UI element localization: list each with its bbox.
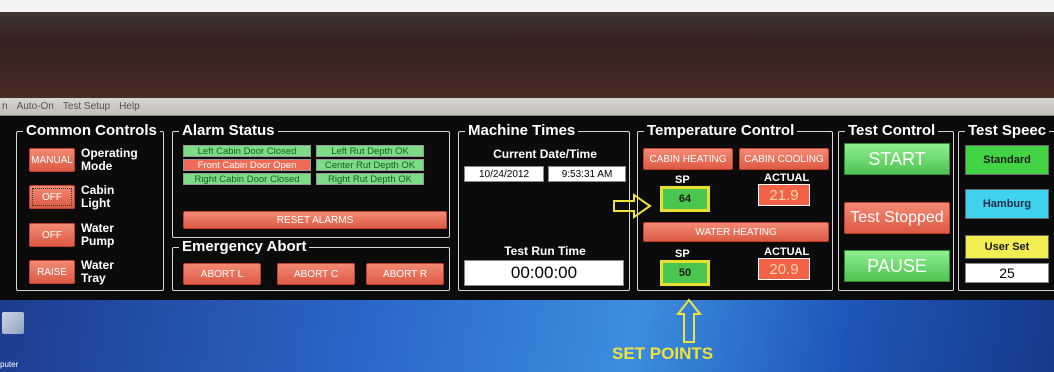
cabin-light-button[interactable]: OFF bbox=[29, 185, 75, 209]
current-datetime-label: Current Date/Time bbox=[493, 147, 597, 161]
water-sp-label: SP bbox=[675, 248, 690, 260]
current-date-field: 10/24/2012 bbox=[464, 166, 544, 182]
test-speed-title: Test Speec bbox=[965, 122, 1050, 140]
user-speed-input[interactable]: 25 bbox=[965, 263, 1049, 283]
menu-item-auto-on[interactable]: Auto-On bbox=[17, 101, 54, 112]
abort-r-button[interactable]: ABORT R bbox=[366, 263, 444, 285]
water-tray-label: Water Tray bbox=[81, 258, 114, 285]
water-heating-button[interactable]: WATER HEATING bbox=[643, 222, 829, 242]
desktop-background bbox=[0, 300, 1054, 372]
test-run-time-field: 00:00:00 bbox=[464, 260, 624, 286]
abort-l-button[interactable]: ABORT L bbox=[183, 263, 261, 285]
cabin-setpoint-field[interactable]: 64 bbox=[660, 186, 710, 212]
cabin-actual-label: ACTUAL bbox=[764, 172, 810, 184]
cabin-sp-label: SP bbox=[675, 174, 690, 186]
setpoint-arrow-right-icon bbox=[613, 193, 652, 219]
emergency-abort-group: Emergency Abort ABORT L ABORT C ABORT R bbox=[172, 238, 450, 291]
computer-icon-label: puter bbox=[0, 360, 19, 369]
abort-c-button[interactable]: ABORT C bbox=[277, 263, 355, 285]
alarm-left-rut-depth: Left Rut Depth OK bbox=[316, 145, 424, 157]
computer-icon[interactable] bbox=[2, 312, 24, 334]
water-pump-button[interactable]: OFF bbox=[29, 223, 75, 247]
common-controls-group: Common Controls MANUAL Operating Mode OF… bbox=[16, 122, 164, 291]
menu-item-test-setup[interactable]: Test Setup bbox=[63, 101, 110, 112]
control-panel: Common Controls MANUAL Operating Mode OF… bbox=[0, 116, 1054, 300]
cabin-heating-button[interactable]: CABIN HEATING bbox=[643, 148, 733, 170]
test-control-title: Test Control bbox=[845, 122, 939, 140]
alarm-right-rut-depth: Right Rut Depth OK bbox=[316, 173, 424, 185]
menu-bar: n Auto-On Test Setup Help bbox=[0, 98, 1054, 116]
test-speed-group: Test Speec Standard Hamburg User Set 25 bbox=[958, 122, 1054, 291]
test-control-group: Test Control START Test Stopped PAUSE bbox=[838, 122, 954, 291]
operating-mode-button[interactable]: MANUAL bbox=[29, 148, 75, 172]
alarm-status-title: Alarm Status bbox=[179, 122, 278, 140]
common-controls-title: Common Controls bbox=[23, 122, 160, 140]
menu-item-help[interactable]: Help bbox=[119, 101, 140, 112]
cabin-actual-field: 21.9 bbox=[758, 184, 810, 206]
water-actual-field: 20.9 bbox=[758, 258, 810, 280]
test-run-time-label: Test Run Time bbox=[504, 244, 586, 258]
start-button[interactable]: START bbox=[844, 143, 950, 175]
machine-times-title: Machine Times bbox=[465, 122, 579, 140]
water-pump-label: Water Pump bbox=[81, 221, 115, 248]
set-points-annotation: SET POINTS bbox=[612, 344, 714, 363]
cabin-light-label: Cabin Light bbox=[81, 183, 115, 210]
current-time-field: 9:53:31 AM bbox=[548, 166, 626, 182]
menu-item-partial[interactable]: n bbox=[2, 101, 8, 112]
screen-glare bbox=[0, 12, 1054, 42]
speed-standard-button[interactable]: Standard bbox=[965, 145, 1049, 175]
reset-alarms-button[interactable]: RESET ALARMS bbox=[183, 211, 447, 229]
water-actual-label: ACTUAL bbox=[764, 246, 810, 258]
temperature-control-group: Temperature Control CABIN HEATING CABIN … bbox=[637, 122, 833, 291]
emergency-abort-title: Emergency Abort bbox=[179, 238, 310, 256]
water-tray-button[interactable]: RAISE bbox=[29, 260, 75, 284]
alarm-right-cabin-door: Right Cabin Door Closed bbox=[183, 173, 311, 185]
monitor-bezel bbox=[0, 0, 1054, 12]
alarm-left-cabin-door: Left Cabin Door Closed bbox=[183, 145, 311, 157]
temperature-control-title: Temperature Control bbox=[644, 122, 798, 140]
speed-user-set-button[interactable]: User Set bbox=[965, 235, 1049, 259]
water-setpoint-field[interactable]: 50 bbox=[660, 260, 710, 286]
pause-button[interactable]: PAUSE bbox=[844, 250, 950, 282]
alarm-status-group: Alarm Status Left Cabin Door Closed Fron… bbox=[172, 122, 450, 238]
alarm-front-cabin-door: Front Cabin Door Open bbox=[183, 159, 311, 171]
operating-mode-label: Operating Mode bbox=[81, 146, 138, 173]
machine-times-group: Machine Times Current Date/Time 10/24/20… bbox=[458, 122, 630, 291]
test-stopped-status: Test Stopped bbox=[844, 202, 950, 234]
cabin-cooling-button[interactable]: CABIN COOLING bbox=[739, 148, 829, 170]
alarm-center-rut-depth: Center Rut Depth OK bbox=[316, 159, 424, 171]
speed-hamburg-button[interactable]: Hamburg bbox=[965, 189, 1049, 219]
setpoint-arrow-up-icon bbox=[676, 298, 702, 343]
